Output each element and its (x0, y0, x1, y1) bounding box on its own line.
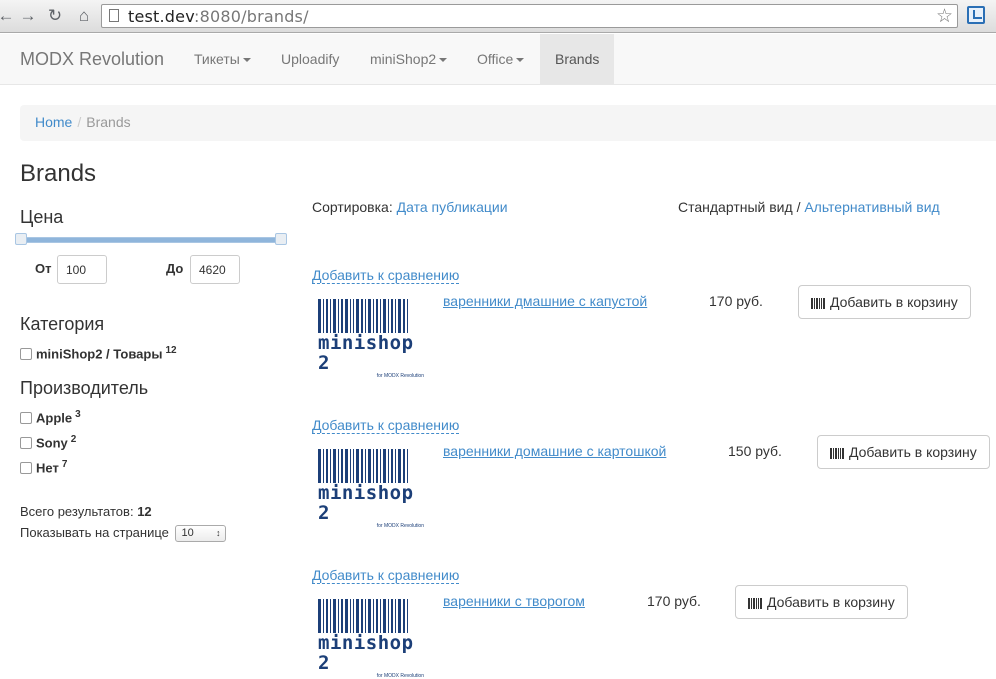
nav-item-tickets[interactable]: Тикеты (194, 34, 251, 84)
alternative-view-link[interactable]: Альтернативный вид (804, 199, 939, 215)
address-bar[interactable]: test.dev:8080/brands/ ☆ (101, 4, 958, 28)
count-badge: 3 (75, 409, 81, 420)
barcode-icon (318, 449, 428, 483)
nav-item-office[interactable]: Office (477, 34, 525, 84)
breadcrumb-home-link[interactable]: Home (35, 114, 72, 130)
forward-icon[interactable]: → (18, 6, 38, 26)
nav-item-minishop2[interactable]: miniShop2 (370, 34, 448, 84)
bookmark-star-icon[interactable]: ☆ (936, 5, 953, 28)
price-from-label: От (35, 261, 52, 276)
reload-icon[interactable]: ↻ (45, 6, 65, 26)
product-image[interactable]: minishop 2 for MODX Revolution (318, 299, 428, 379)
product-price: 170 руб. (647, 593, 701, 609)
barcode-icon (811, 288, 826, 320)
vendor-option-none[interactable]: Нет 7 (20, 459, 67, 475)
vendor-checkbox[interactable] (20, 412, 32, 425)
add-to-compare-link[interactable]: Добавить к сравнению (312, 267, 460, 284)
caret-down-icon (439, 58, 448, 63)
add-to-compare-link[interactable]: Добавить к сравнению (312, 567, 460, 584)
add-to-cart-button[interactable]: Добавить в корзину (798, 285, 971, 319)
add-to-compare-link[interactable]: Добавить к сравнению (312, 417, 460, 434)
nav-item-brands[interactable]: Brands (540, 34, 615, 84)
category-filter-heading: Категория (20, 314, 105, 334)
navbar-brand[interactable]: MODX Revolution (20, 49, 164, 70)
navbar: MODX Revolution Тикеты Uploadify miniSho… (0, 34, 996, 85)
page-title: Brands (20, 160, 97, 187)
barcode-icon (318, 599, 428, 633)
nav-item-uploadify[interactable]: Uploadify (281, 34, 339, 84)
page-icon (109, 9, 119, 22)
barcode-icon (748, 588, 763, 620)
category-option[interactable]: miniShop2 / Товары 12 (20, 345, 177, 361)
vendor-filter-heading: Производитель (20, 378, 149, 398)
product-price: 150 руб. (728, 443, 782, 459)
back-icon[interactable]: ← (0, 6, 16, 26)
price-slider-track[interactable] (20, 237, 282, 243)
breadcrumb: Home / Brands (20, 105, 996, 141)
product-image[interactable]: minishop 2 for MODX Revolution (318, 449, 428, 529)
breadcrumb-current: Brands (86, 114, 131, 130)
caret-down-icon (242, 58, 251, 63)
add-to-cart-button[interactable]: Добавить в корзину (817, 435, 990, 469)
barcode-icon (318, 299, 428, 333)
count-badge: 12 (165, 345, 177, 356)
vendor-checkbox[interactable] (20, 462, 32, 475)
price-to-input[interactable] (190, 255, 240, 284)
sort-control: Сортировка: Дата публикации (312, 199, 508, 215)
view-switcher: Стандартный вид / Альтернативный вид (678, 199, 940, 215)
vendor-checkbox[interactable] (20, 437, 32, 450)
caret-down-icon (516, 58, 525, 63)
vendor-option-sony[interactable]: Sony 2 (20, 434, 76, 450)
product-image[interactable]: minishop 2 for MODX Revolution (318, 599, 428, 679)
barcode-icon (830, 438, 845, 470)
home-icon[interactable]: ⌂ (74, 6, 94, 26)
category-checkbox[interactable] (20, 348, 32, 361)
product-title-link[interactable]: варенники домашние с картошкой (443, 443, 666, 459)
standard-view-label: Стандартный вид (678, 199, 793, 215)
price-filter-heading: Цена (20, 207, 64, 227)
price-from-input[interactable] (57, 255, 107, 284)
vendor-option-apple[interactable]: Apple 3 (20, 409, 81, 425)
total-results-value: 12 (137, 504, 152, 519)
per-page: Показывать на странице 10 (20, 525, 226, 543)
extension-icon[interactable] (967, 6, 985, 24)
product-title-link[interactable]: варенники с творогом (443, 593, 585, 609)
per-page-select[interactable]: 10 (174, 525, 226, 543)
count-badge: 7 (61, 459, 68, 470)
product-title-link[interactable]: варенники дмашние с капустой (443, 293, 647, 309)
count-badge: 2 (70, 434, 77, 445)
browser-toolbar: ← → ↻ ⌂ test.dev:8080/brands/ ☆ (0, 0, 996, 33)
product-price: 170 руб. (709, 293, 763, 309)
price-slider-max-handle[interactable] (275, 233, 287, 245)
sort-by-date-link[interactable]: Дата публикации (397, 199, 508, 215)
url-text: test.dev:8080/brands/ (128, 7, 309, 26)
price-to-label: До (166, 261, 184, 276)
total-results: Всего результатов: 12 (20, 504, 152, 519)
price-slider-min-handle[interactable] (15, 233, 27, 245)
add-to-cart-button[interactable]: Добавить в корзину (735, 585, 908, 619)
